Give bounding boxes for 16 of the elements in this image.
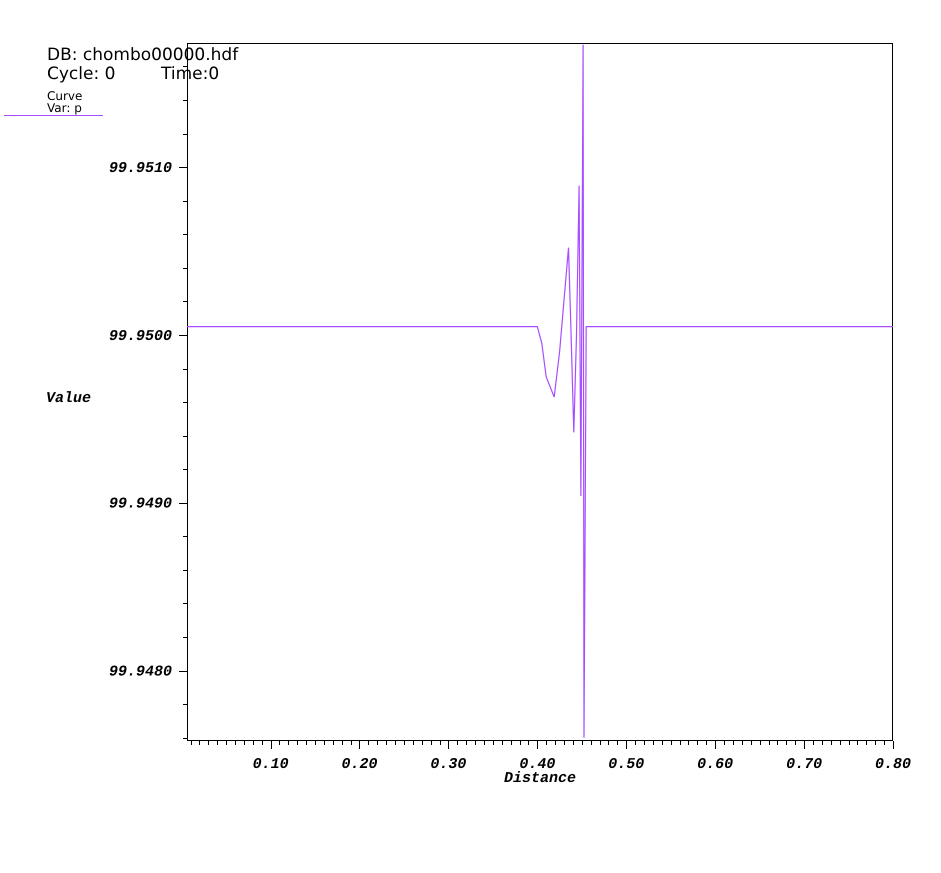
y-axis-title: Value (46, 390, 92, 407)
x-tick-label: 0.10 (252, 756, 289, 773)
x-tick-label: 0.20 (342, 756, 378, 773)
x-tick-label: 0.30 (430, 756, 466, 773)
x-tick-label: 0.60 (697, 756, 734, 773)
y-tick-label: 99.9510 (108, 160, 172, 178)
x-tick-label: 0.80 (875, 756, 911, 773)
y-tick-label: 99.9500 (108, 328, 172, 345)
x-tick-label: 0.50 (608, 756, 644, 773)
x-axis-title: Distance (504, 770, 576, 787)
y-tick-label: 99.9490 (108, 496, 172, 513)
y-tick-label: 99.9480 (108, 664, 172, 681)
x-tick-label: 0.70 (786, 756, 822, 773)
cycle-label: Cycle: 0 (47, 64, 116, 84)
plot-type-label: Curve (47, 89, 82, 103)
variable-label: Var: p (47, 101, 82, 115)
